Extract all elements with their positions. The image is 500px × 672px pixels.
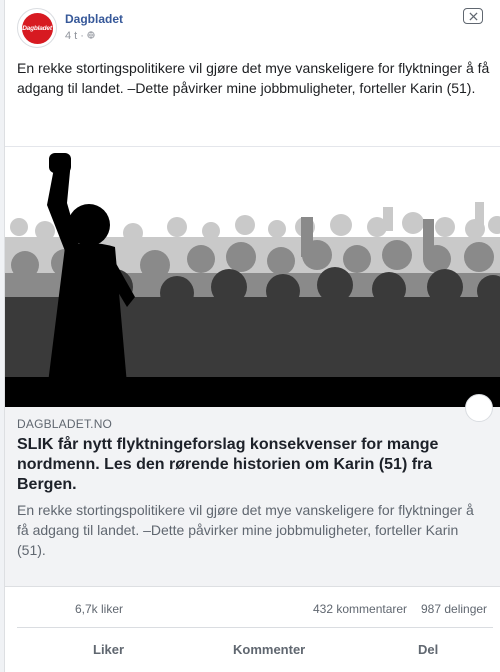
link-preview[interactable]: DAGBLADET.NO SLIK får nytt flyktningefor… bbox=[5, 394, 500, 587]
comments-count[interactable]: 432 kommentarer bbox=[313, 602, 407, 616]
post-meta: 4 t · bbox=[65, 30, 95, 42]
shares-count[interactable]: 987 delinger bbox=[421, 602, 487, 616]
post-text: En rekke stortingspolitikere vil gjøre d… bbox=[17, 60, 490, 96]
comment-button[interactable]: Kommenter bbox=[233, 642, 305, 657]
page-name-link[interactable]: Dagbladet bbox=[65, 12, 123, 26]
globe-icon bbox=[87, 31, 95, 41]
link-domain: DAGBLADET.NO bbox=[17, 417, 113, 431]
like-button[interactable]: Liker bbox=[93, 642, 124, 657]
save-circle-button[interactable] bbox=[465, 394, 493, 422]
action-bar: Liker Kommenter Del bbox=[5, 638, 500, 664]
crowd-illustration bbox=[5, 147, 500, 407]
engagement-stats: 6,7k liker 432 kommentarer 987 delinger bbox=[5, 598, 500, 618]
page-avatar[interactable]: Dagbladet bbox=[17, 8, 57, 48]
link-description: En rekke stortingspolitikere vil gjøre d… bbox=[17, 502, 474, 558]
post-timestamp[interactable]: 4 t bbox=[65, 30, 77, 42]
divider bbox=[17, 627, 493, 628]
feed-post-card: Dagbladet Dagbladet 4 t · En rekke stort… bbox=[4, 0, 500, 672]
crowd-silhouette-image[interactable] bbox=[5, 147, 500, 407]
share-button[interactable]: Del bbox=[418, 642, 438, 657]
meta-separator: · bbox=[80, 30, 84, 42]
post-header: Dagbladet Dagbladet 4 t · bbox=[17, 8, 487, 50]
close-icon[interactable] bbox=[463, 8, 483, 24]
link-title[interactable]: SLIK får nytt flyktningeforslag konsekve… bbox=[17, 435, 457, 495]
likes-count[interactable]: 6,7k liker bbox=[75, 602, 123, 616]
dagbladet-logo: Dagbladet bbox=[21, 12, 53, 44]
